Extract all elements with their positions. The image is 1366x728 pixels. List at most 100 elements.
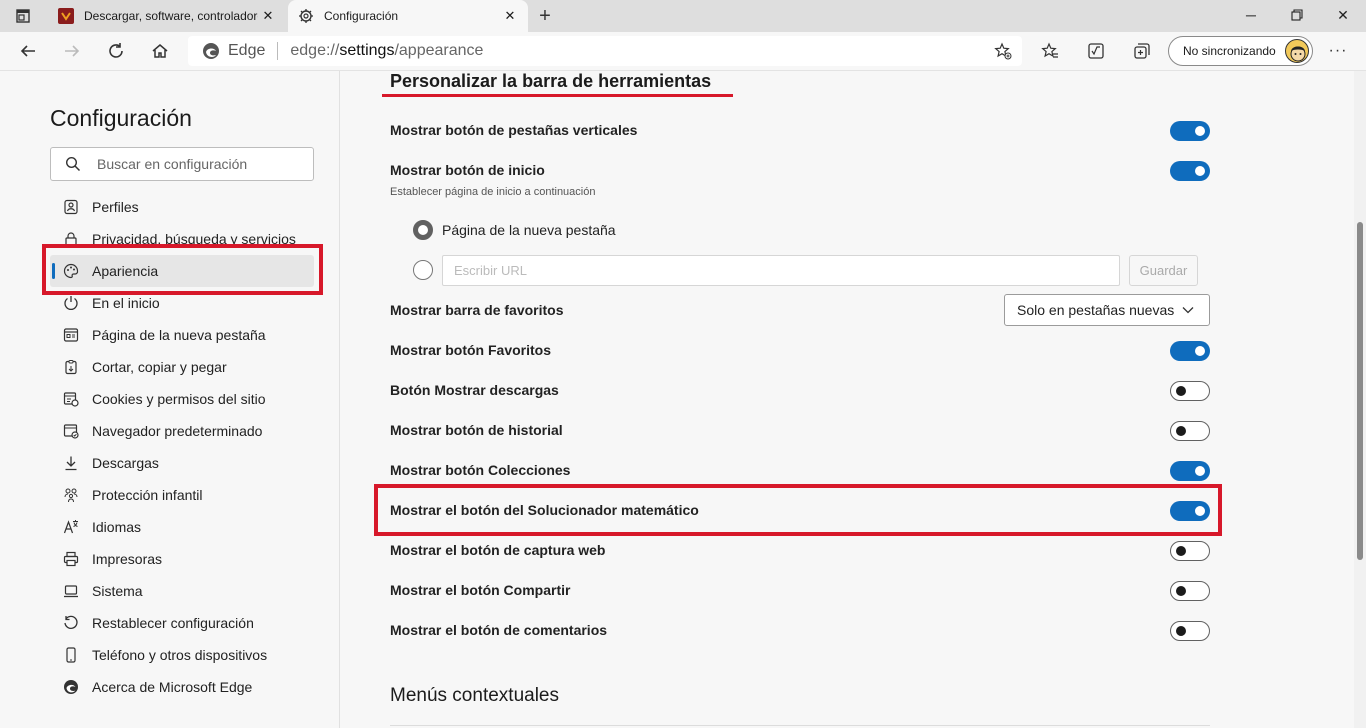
close-window-button[interactable]: ✕ (1320, 0, 1366, 30)
tab-title: Descargar, software, controladores, ... (84, 9, 258, 23)
sidebar-item-acerca-de[interactable]: Acerca de Microsoft Edge (50, 671, 314, 703)
newtab-icon (62, 326, 80, 344)
tab-actions-button[interactable] (6, 4, 40, 28)
sidebar-item-perfiles[interactable]: Perfiles (50, 191, 314, 223)
sidebar-item-telefono[interactable]: Teléfono y otros dispositivos (50, 639, 314, 671)
history-toggle[interactable] (1170, 421, 1210, 441)
collections-icon (1134, 43, 1150, 59)
forward-button[interactable] (58, 37, 86, 65)
add-favorite-icon[interactable] (994, 42, 1012, 60)
setting-label: Mostrar el botón de captura web (390, 542, 606, 558)
highlight-box-math-solver (374, 484, 1222, 536)
sidebar-item-label: Acerca de Microsoft Edge (92, 679, 253, 695)
laptop-icon (62, 582, 80, 600)
setting-row-history: Mostrar botón de historial (390, 410, 1210, 450)
tab-configuracion[interactable]: Configuración ✕ (288, 0, 528, 32)
edge-logo-icon (203, 43, 219, 59)
sidebar-item-descargas[interactable]: Descargas (50, 447, 314, 479)
sidebar-item-label: Restablecer configuración (92, 615, 254, 631)
favorites-bar-select[interactable]: Solo en pestañas nuevas (1004, 294, 1210, 326)
radio-custom-url[interactable] (413, 260, 433, 280)
clipboard-icon (62, 358, 80, 376)
setting-label: Mostrar botón de pestañas verticales (390, 122, 638, 138)
address-separator (277, 42, 279, 60)
setting-label: Botón Mostrar descargas (390, 382, 559, 398)
refresh-icon (109, 43, 123, 58)
home-button-toggle[interactable] (1170, 161, 1210, 181)
search-icon (65, 156, 81, 172)
sidebar-item-proteccion-infantil[interactable]: Protección infantil (50, 479, 314, 511)
minimize-button[interactable]: ─ (1228, 0, 1274, 30)
restore-button[interactable] (1274, 0, 1320, 30)
sidebar-item-label: Protección infantil (92, 487, 203, 503)
cookie-icon (62, 390, 80, 408)
sidebar-item-navegador[interactable]: Navegador predeterminado (50, 415, 314, 447)
setting-row-favorites: Mostrar botón Favoritos (390, 330, 1210, 370)
home-button[interactable] (146, 37, 174, 65)
search-input[interactable] (97, 156, 297, 172)
reset-icon (62, 614, 80, 632)
radio-new-tab-label: Página de la nueva pestaña (442, 222, 616, 238)
restore-icon (1291, 9, 1303, 21)
phone-icon (62, 646, 80, 664)
favorites-button[interactable] (1036, 37, 1064, 65)
section-title-underline (382, 94, 733, 97)
favorites-toggle[interactable] (1170, 341, 1210, 361)
language-icon (62, 518, 80, 536)
refresh-button[interactable] (102, 37, 130, 65)
more-options-button[interactable]: ··· (1324, 37, 1352, 65)
share-toggle[interactable] (1170, 581, 1210, 601)
scrollbar-thumb[interactable] (1357, 222, 1363, 560)
arrow-right-icon (65, 45, 80, 57)
sidebar-item-idiomas[interactable]: Idiomas (50, 511, 314, 543)
power-icon (62, 294, 80, 312)
sidebar-item-label: Impresoras (92, 551, 163, 567)
edge-brand-label: Edge (228, 42, 266, 59)
home-url-input[interactable] (442, 255, 1120, 286)
section-title-context-menus: Menús contextuales (390, 685, 559, 706)
sidebar-item-label: Descargas (92, 455, 159, 471)
sidebar-item-cortar-copiar[interactable]: Cortar, copiar y pegar (50, 351, 314, 383)
more-icon: ··· (1328, 42, 1348, 59)
sidebar-item-sistema[interactable]: Sistema (50, 575, 314, 607)
close-tab-icon[interactable]: ✕ (500, 6, 520, 26)
address-bar[interactable]: Edge edge://settings/appearance (188, 36, 1022, 66)
setting-row-downloads: Botón Mostrar descargas (390, 370, 1210, 410)
printer-icon (62, 550, 80, 568)
new-tab-button[interactable]: + (533, 4, 557, 28)
download-icon (62, 454, 80, 472)
web-capture-toggle[interactable] (1170, 541, 1210, 561)
tab-actions-icon (16, 9, 30, 23)
setting-label: Mostrar botón de historial (390, 422, 563, 438)
sidebar-item-restablecer[interactable]: Restablecer configuración (50, 607, 314, 639)
setting-row-share: Mostrar el botón Compartir (390, 570, 1210, 610)
math-solver-button[interactable] (1082, 37, 1110, 65)
downloads-toggle[interactable] (1170, 381, 1210, 401)
feedback-toggle[interactable] (1170, 621, 1210, 641)
save-button[interactable]: Guardar (1129, 255, 1198, 286)
tab-descargar[interactable]: Descargar, software, controladores, ... … (48, 0, 286, 32)
radio-new-tab-page[interactable] (413, 220, 433, 240)
sidebar-item-label: Perfiles (92, 199, 139, 215)
sidebar-item-nueva-pestana[interactable]: Página de la nueva pestaña (50, 319, 314, 351)
sidebar-item-label: Idiomas (92, 519, 142, 535)
setting-label: Mostrar botón de inicio (390, 162, 545, 178)
url-text: edge://settings/appearance (290, 42, 484, 59)
collections-toggle[interactable] (1170, 461, 1210, 481)
search-box[interactable] (50, 147, 314, 181)
sidebar-item-label: Navegador predeterminado (92, 423, 263, 439)
setting-row-home: Mostrar botón de inicio (390, 150, 1210, 190)
setting-row-web-capture: Mostrar el botón de captura web (390, 530, 1210, 570)
sidebar-item-impresoras[interactable]: Impresoras (50, 543, 314, 575)
edge-icon (62, 678, 80, 696)
collections-button[interactable] (1128, 37, 1156, 65)
vertical-tabs-toggle[interactable] (1170, 121, 1210, 141)
section-title: Personalizar la barra de herramientas (390, 71, 712, 91)
back-button[interactable] (14, 37, 42, 65)
sidebar-item-cookies[interactable]: Cookies y permisos del sitio (50, 383, 314, 415)
profile-sync-button[interactable]: No sincronizando (1168, 36, 1313, 66)
close-tab-icon[interactable]: ✕ (258, 6, 278, 26)
avatar (1285, 39, 1309, 63)
sidebar-item-label: Teléfono y otros dispositivos (92, 647, 268, 663)
sync-status-label: No sincronizando (1183, 44, 1276, 58)
